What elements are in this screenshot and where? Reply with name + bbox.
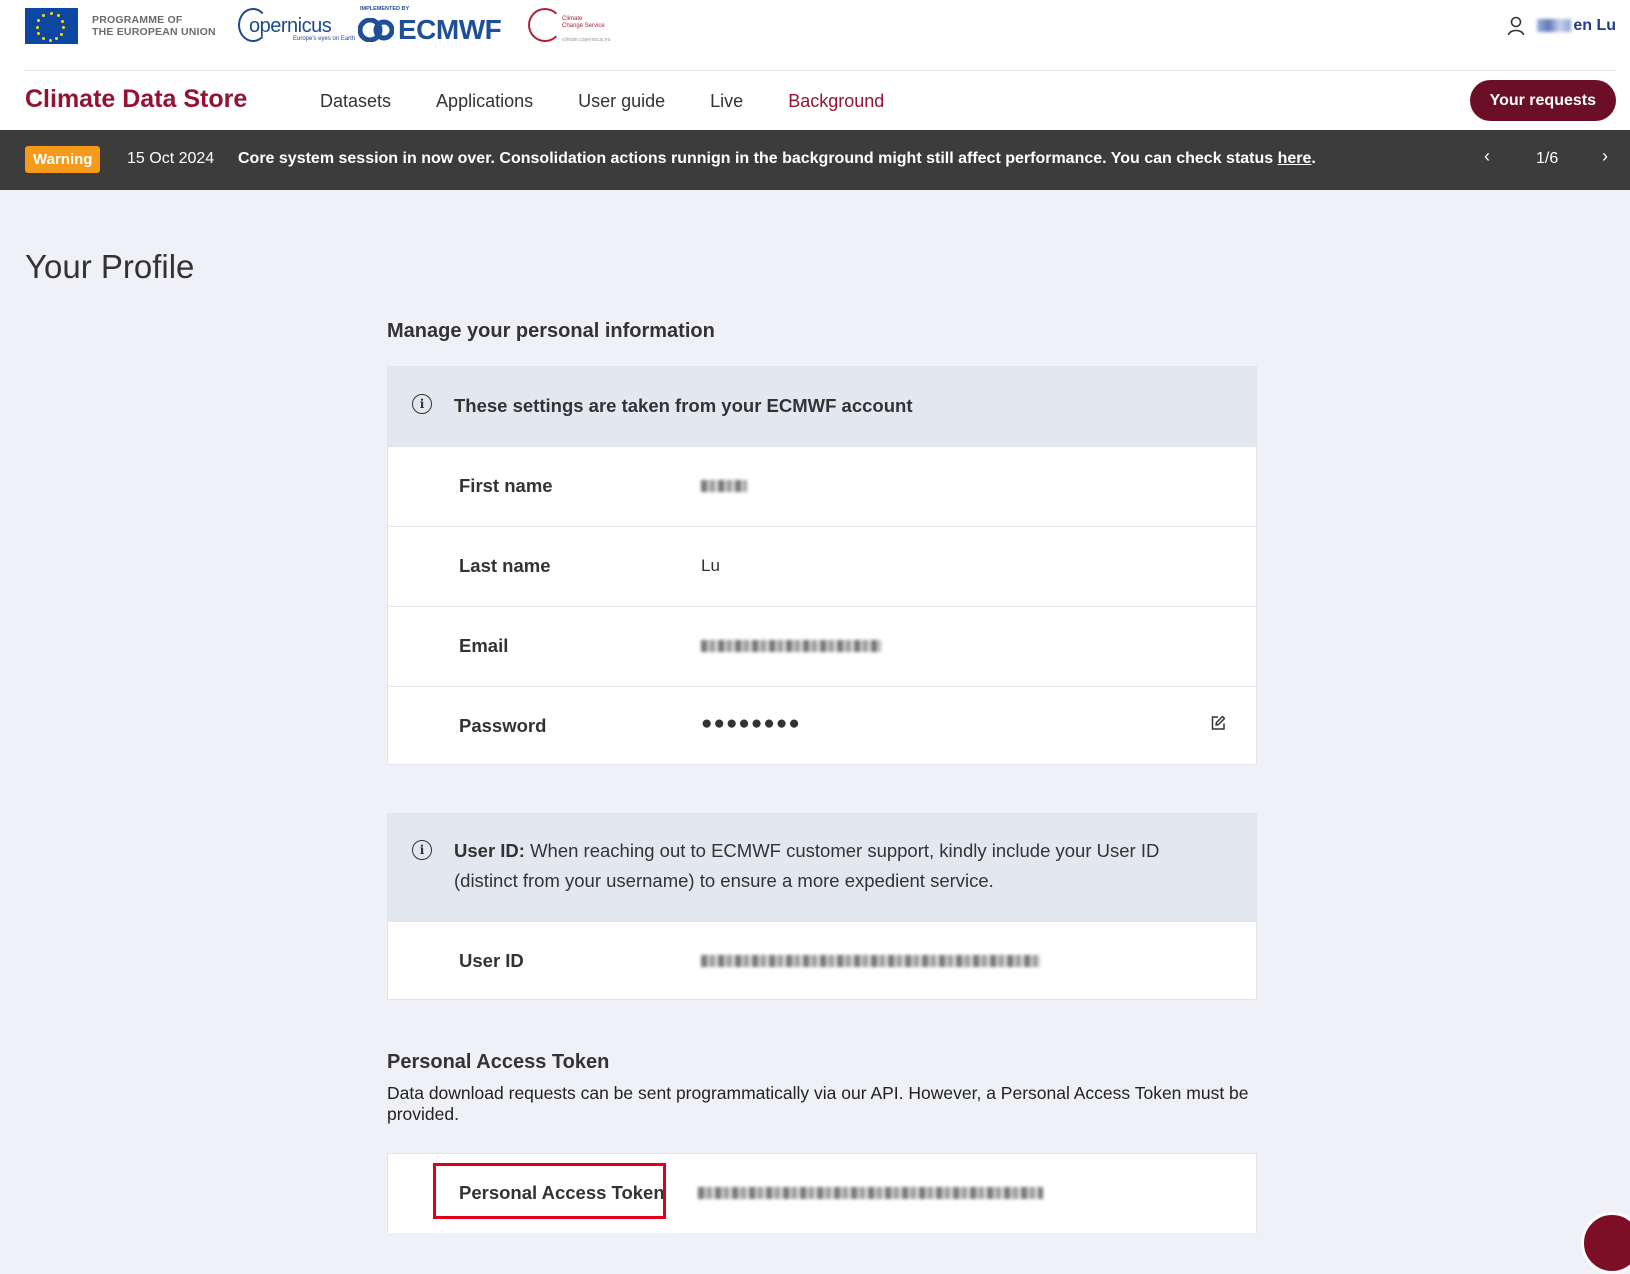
logo-bar: PROGRAMME OF THE EUROPEAN UNION opernicu… <box>0 0 1630 71</box>
field-row-last-name: Last name Lu <box>388 526 1256 606</box>
email-value <box>701 636 881 657</box>
user-id-value <box>701 951 1041 972</box>
nav-user-guide[interactable]: User guide <box>578 91 665 112</box>
user-id-info-banner: i User ID: When reaching out to ECMWF cu… <box>388 814 1256 921</box>
info-icon: i <box>412 394 432 414</box>
eu-programme-text: PROGRAMME OF THE EUROPEAN UNION <box>92 14 216 38</box>
field-row-user-id: User ID <box>388 921 1256 1001</box>
nav-datasets[interactable]: Datasets <box>320 91 391 112</box>
copernicus-word: opernicus <box>249 15 332 37</box>
banner-prev-icon[interactable]: ‹ <box>1484 146 1490 167</box>
manage-info-heading: Manage your personal information <box>387 320 715 342</box>
c3s-line1: Climate <box>562 16 583 22</box>
copernicus-logo[interactable]: opernicus Europe's eyes on Earth <box>238 6 355 46</box>
personal-info-card: i These settings are taken from your ECM… <box>387 366 1257 765</box>
c3s-name: Climate Change Service <box>562 16 605 30</box>
warning-banner: Warning 15 Oct 2024 Core system session … <box>0 130 1630 190</box>
eu-flag-logo <box>25 8 78 44</box>
field-row-email: Email <box>388 606 1256 686</box>
edit-password-icon[interactable] <box>1210 715 1226 731</box>
user-id-note-text: When reaching out to ECMWF customer supp… <box>454 840 1160 891</box>
pat-heading: Personal Access Token <box>387 1051 610 1073</box>
eu-text-line1: PROGRAMME OF <box>92 14 183 26</box>
eu-text-line2: THE EUROPEAN UNION <box>92 26 216 38</box>
nav-live[interactable]: Live <box>710 91 743 112</box>
user-menu[interactable]: en Lu <box>1507 16 1616 36</box>
main-nav: Climate Data Store Datasets Applications… <box>0 71 1630 130</box>
your-requests-button[interactable]: Your requests <box>1469 80 1616 121</box>
user-name[interactable]: en Lu <box>1537 17 1616 35</box>
page-title: Your Profile <box>25 248 195 285</box>
banner-next-icon[interactable]: › <box>1602 146 1608 167</box>
user-id-card: i User ID: When reaching out to ECMWF cu… <box>387 813 1257 1000</box>
pat-description: Data download requests can be sent progr… <box>387 1083 1249 1124</box>
ecmwf-implemented-by: IMPLEMENTED BY <box>360 6 410 12</box>
nav-applications[interactable]: Applications <box>436 91 533 112</box>
user-id-note: User ID: When reaching out to ECMWF cust… <box>454 836 1216 896</box>
redacted-first-name <box>1537 19 1572 33</box>
info-icon: i <box>412 840 432 860</box>
last-name-value: Lu <box>701 556 720 575</box>
password-value: ●●●●●●●● <box>701 713 801 734</box>
c3s-logo[interactable]: Climate Change Service climate.copernicu… <box>528 6 618 46</box>
banner-page-indicator: 1/6 <box>1536 150 1559 167</box>
thermometer-icon <box>528 8 562 42</box>
user-name-text: en Lu <box>1573 17 1616 34</box>
ecmwf-wordmark: ECMWF <box>398 14 502 45</box>
nav-background[interactable]: Background <box>788 91 884 112</box>
banner-message-text: Core system session in now over. Consoli… <box>238 150 1278 167</box>
nav-links: Datasets Applications User guide Live Ba… <box>320 91 929 112</box>
password-label: Password <box>459 715 547 736</box>
banner-status-link[interactable]: here <box>1278 150 1312 167</box>
last-name-label: Last name <box>459 555 551 576</box>
field-row-first-name: First name <box>388 446 1256 526</box>
site-brand[interactable]: Climate Data Store <box>25 85 247 114</box>
c3s-line2: Change Service <box>562 23 605 29</box>
settings-info-banner: i These settings are taken from your ECM… <box>388 367 1256 446</box>
pat-highlight-box <box>433 1163 666 1219</box>
c3s-url: climate.copernicus.eu <box>562 37 611 43</box>
ecmwf-mark-icon <box>358 18 394 42</box>
copernicus-tagline: Europe's eyes on Earth <box>293 36 356 42</box>
pat-value[interactable] <box>698 1183 1043 1204</box>
email-label: Email <box>459 635 509 656</box>
chat-assistant-icon[interactable] <box>1581 1212 1630 1274</box>
user-id-note-bold: User ID: <box>454 840 525 861</box>
user-id-label: User ID <box>459 950 524 971</box>
banner-message: Core system session in now over. Consoli… <box>238 150 1316 168</box>
banner-date: 15 Oct 2024 <box>127 150 215 167</box>
first-name-label: First name <box>459 475 553 496</box>
field-row-password: Password ●●●●●●●● <box>388 686 1256 766</box>
first-name-value <box>701 476 747 497</box>
user-icon <box>1508 16 1525 36</box>
settings-note: These settings are taken from your ECMWF… <box>454 395 913 416</box>
banner-message-end: . <box>1311 150 1316 167</box>
warning-badge: Warning <box>25 146 101 173</box>
